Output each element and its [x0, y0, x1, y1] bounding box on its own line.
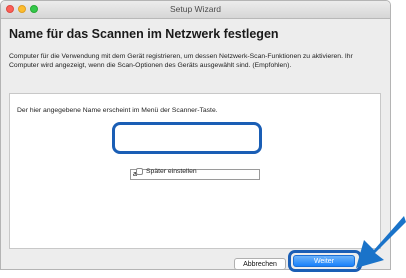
setup-wizard-window: Setup Wizard Name für das Scannen im Net…: [0, 0, 391, 270]
name-hint-text: Der hier angegebene Name erscheint im Me…: [17, 107, 218, 114]
page-description: Computer für die Verwendung mit dem Gerä…: [9, 53, 353, 69]
set-later-label: Später einstellen: [146, 168, 197, 175]
window-title: Setup Wizard: [169, 4, 222, 14]
settings-panel: Der hier angegebene Name erscheint im Me…: [9, 93, 381, 249]
set-later-option[interactable]: Später einstellen: [136, 168, 197, 175]
cancel-button[interactable]: Abbrechen: [234, 258, 286, 270]
name-field-highlight: [112, 122, 262, 180]
set-later-checkbox[interactable]: [136, 168, 143, 175]
pointer-arrow-icon: [356, 216, 406, 268]
next-button[interactable]: Weiter: [293, 255, 355, 267]
title-bar: Setup Wizard: [1, 1, 390, 19]
page-title: Name für das Scannen im Netzwerk festleg…: [9, 27, 279, 41]
